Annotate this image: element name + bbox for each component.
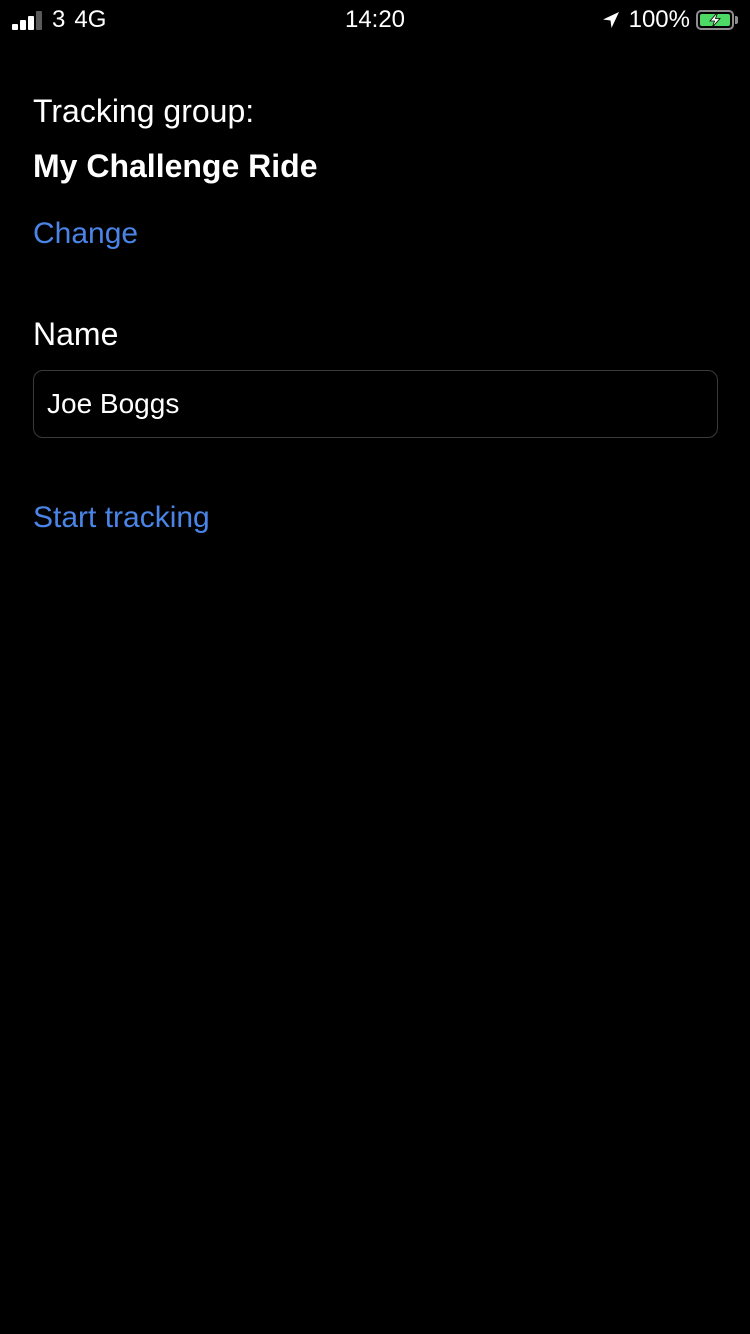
- start-tracking-link[interactable]: Start tracking: [33, 500, 210, 536]
- battery-charging-icon: [696, 10, 734, 30]
- name-label: Name: [33, 316, 119, 352]
- change-group-link[interactable]: Change: [33, 216, 138, 252]
- tracking-group-label: Tracking group:: [33, 93, 255, 129]
- battery-percentage: 100%: [628, 6, 690, 33]
- status-bar-right: 100%: [601, 7, 738, 33]
- status-bar: 3 4G 14:20 100%: [0, 0, 750, 40]
- name-input[interactable]: [33, 370, 718, 438]
- location-arrow-icon: [602, 12, 619, 28]
- battery-cap: [735, 16, 738, 24]
- tracking-group-name: My Challenge Ride: [33, 148, 318, 184]
